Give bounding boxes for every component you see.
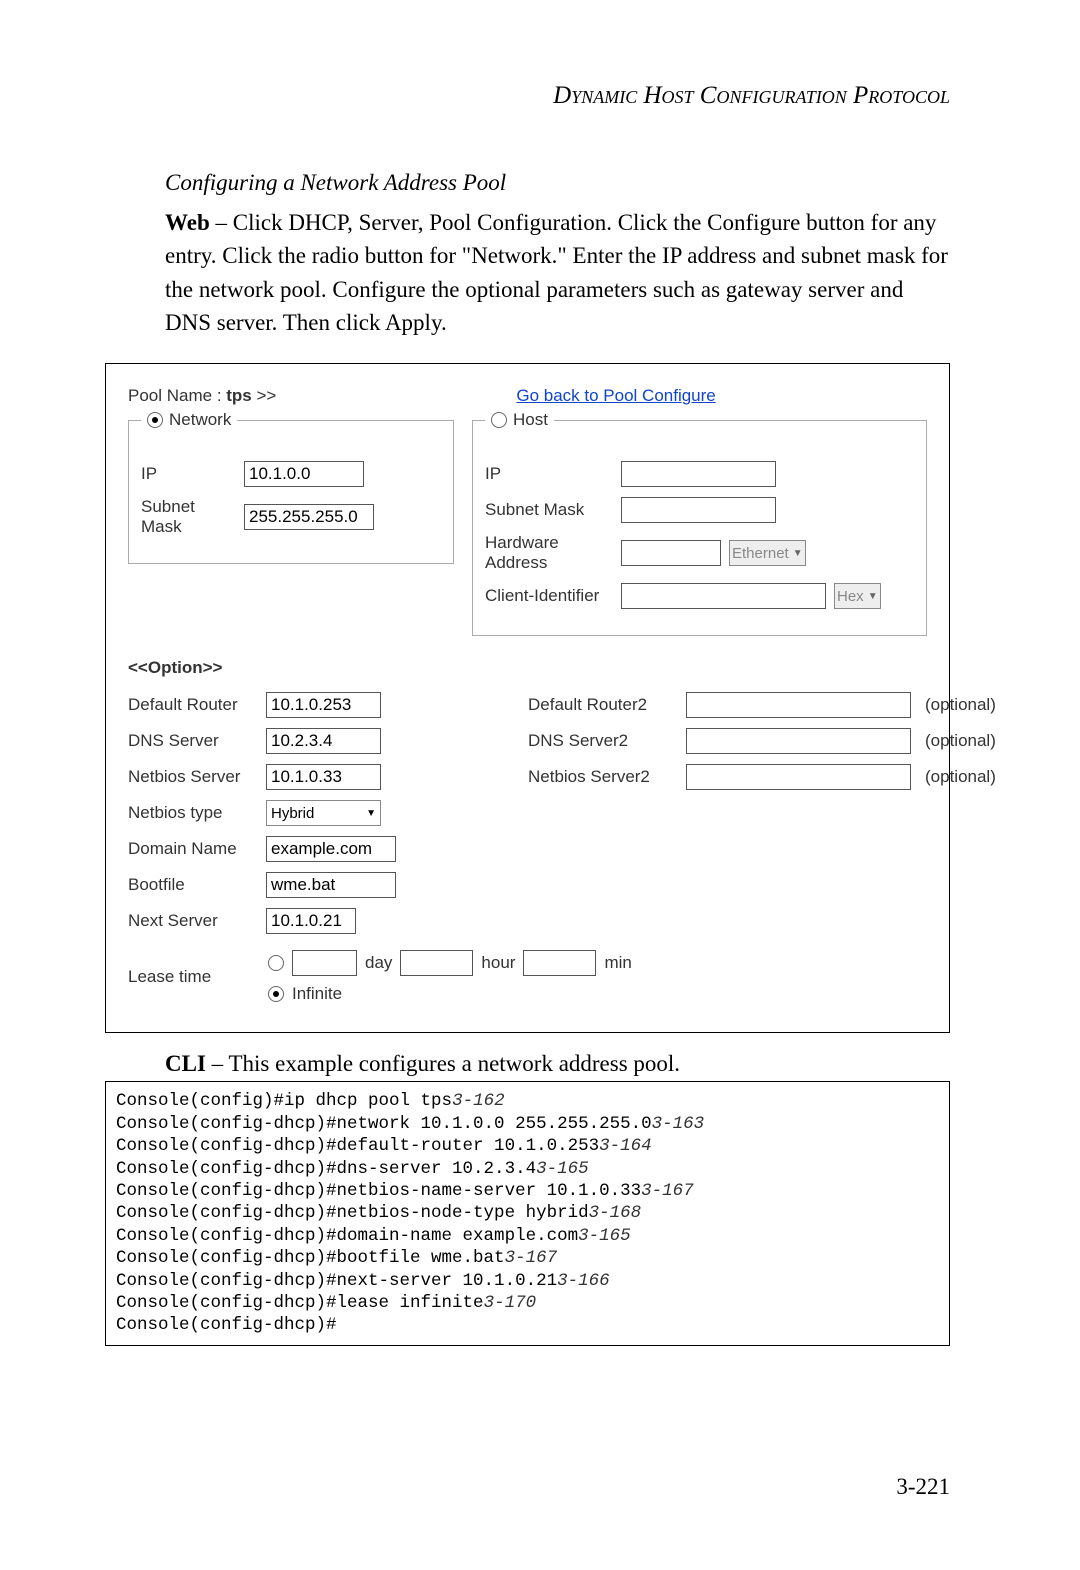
body-paragraph: Web – Click DHCP, Server, Pool Configura… xyxy=(165,206,950,339)
host-ip-label: IP xyxy=(485,464,613,484)
dns-label: DNS Server xyxy=(128,731,258,751)
host-mask-input[interactable] xyxy=(621,497,776,523)
network-radio-icon[interactable] xyxy=(147,412,163,428)
infinite-label: Infinite xyxy=(292,984,342,1004)
netbios-label: Netbios Server xyxy=(128,767,258,787)
domain-label: Domain Name xyxy=(128,839,258,859)
dns-input[interactable] xyxy=(266,728,381,754)
pool-name: Pool Name : tps >> xyxy=(128,386,276,406)
cli-line: Console(config-dhcp)#netbios-node-type h… xyxy=(116,1202,939,1224)
netbios2-label: Netbios Server2 xyxy=(528,767,678,787)
cli-line: Console(config-dhcp)#domain-name example… xyxy=(116,1225,939,1247)
network-legend[interactable]: Network xyxy=(141,410,237,430)
dhcp-pool-panel: Pool Name : tps >> Go back to Pool Confi… xyxy=(105,363,950,1033)
default-router-input[interactable] xyxy=(266,692,381,718)
lease-infinite-radio[interactable] xyxy=(268,986,284,1002)
cid-input[interactable] xyxy=(621,583,826,609)
netbios-type-label: Netbios type xyxy=(128,803,258,823)
lease-label: Lease time xyxy=(128,967,258,987)
hw-addr-input[interactable] xyxy=(621,540,721,566)
cli-line: Console(config-dhcp)# xyxy=(116,1314,939,1336)
page-number: 3-221 xyxy=(896,1474,950,1500)
cli-prefix: CLI xyxy=(165,1051,206,1076)
optional-note: (optional) xyxy=(925,731,996,751)
dns2-label: DNS Server2 xyxy=(528,731,678,751)
host-legend[interactable]: Host xyxy=(485,410,554,430)
chevron-down-icon: ▼ xyxy=(793,548,803,559)
bootfile-label: Bootfile xyxy=(128,875,258,895)
cli-intro: CLI – This example configures a network … xyxy=(165,1051,950,1077)
lease-time-radio[interactable] xyxy=(268,955,284,971)
default-router-label: Default Router xyxy=(128,695,258,715)
default-router2-label: Default Router2 xyxy=(528,695,678,715)
chevron-down-icon: ▼ xyxy=(366,808,376,819)
body-text: – Click DHCP, Server, Pool Configuration… xyxy=(165,210,948,335)
cli-line: Console(config-dhcp)#next-server 10.1.0.… xyxy=(116,1270,939,1292)
body-prefix: Web xyxy=(165,210,210,235)
dns2-input[interactable] xyxy=(686,728,911,754)
optional-note: (optional) xyxy=(925,695,996,715)
subnet-label: Subnet Mask xyxy=(141,497,236,537)
cli-line: Console(config-dhcp)#bootfile wme.bat3-1… xyxy=(116,1247,939,1269)
network-ip-input[interactable] xyxy=(244,461,364,487)
lease-day-input[interactable] xyxy=(292,950,357,976)
hour-label: hour xyxy=(481,953,515,973)
host-legend-text: Host xyxy=(513,410,548,430)
pool-name-suffix: >> xyxy=(252,386,277,405)
netbios-type-select[interactable]: Hybrid ▼ xyxy=(266,800,381,826)
nextserver-input[interactable] xyxy=(266,908,356,934)
host-fieldset: Host IP Subnet Mask Hardware Address Eth… xyxy=(472,420,927,636)
lease-hour-input[interactable] xyxy=(400,950,473,976)
bootfile-input[interactable] xyxy=(266,872,396,898)
lease-min-input[interactable] xyxy=(523,950,596,976)
section-title: Configuring a Network Address Pool xyxy=(165,170,950,196)
optional-note: (optional) xyxy=(925,767,996,787)
cid-mode-value: Hex xyxy=(837,588,864,605)
hw-type-value: Ethernet xyxy=(732,545,789,562)
hw-type-select[interactable]: Ethernet ▼ xyxy=(729,540,806,566)
host-mask-label: Subnet Mask xyxy=(485,500,613,520)
network-fieldset: Network IP Subnet Mask xyxy=(128,420,454,564)
min-label: min xyxy=(604,953,631,973)
cli-line: Console(config-dhcp)#lease infinite3-170 xyxy=(116,1292,939,1314)
host-radio-icon[interactable] xyxy=(491,412,507,428)
pool-name-value: tps xyxy=(226,386,252,405)
cli-line: Console(config-dhcp)#network 10.1.0.0 25… xyxy=(116,1113,939,1135)
cli-output: Console(config)#ip dhcp pool tps3-162Con… xyxy=(105,1081,950,1345)
network-legend-text: Network xyxy=(169,410,231,430)
nextserver-label: Next Server xyxy=(128,911,258,931)
netbios-input[interactable] xyxy=(266,764,381,790)
chapter-title: Dynamic Host Configuration Protocol xyxy=(165,82,950,110)
cli-line: Console(config-dhcp)#default-router 10.1… xyxy=(116,1135,939,1157)
go-back-link[interactable]: Go back to Pool Configure xyxy=(516,386,715,406)
network-mask-input[interactable] xyxy=(244,504,374,530)
domain-input[interactable] xyxy=(266,836,396,862)
cid-mode-select[interactable]: Hex ▼ xyxy=(834,583,881,609)
host-ip-input[interactable] xyxy=(621,461,776,487)
cid-label: Client-Identifier xyxy=(485,586,613,606)
chevron-down-icon: ▼ xyxy=(868,591,878,602)
netbios2-input[interactable] xyxy=(686,764,911,790)
ip-label: IP xyxy=(141,464,236,484)
hw-addr-label: Hardware Address xyxy=(485,533,613,573)
cli-intro-text: – This example configures a network addr… xyxy=(206,1051,680,1076)
cli-line: Console(config-dhcp)#dns-server 10.2.3.4… xyxy=(116,1158,939,1180)
option-header: <<Option>> xyxy=(128,658,927,678)
netbios-type-value: Hybrid xyxy=(271,805,314,822)
day-label: day xyxy=(365,953,392,973)
pool-name-label: Pool Name : xyxy=(128,386,226,405)
cli-line: Console(config)#ip dhcp pool tps3-162 xyxy=(116,1090,939,1112)
cli-line: Console(config-dhcp)#netbios-name-server… xyxy=(116,1180,939,1202)
default-router2-input[interactable] xyxy=(686,692,911,718)
